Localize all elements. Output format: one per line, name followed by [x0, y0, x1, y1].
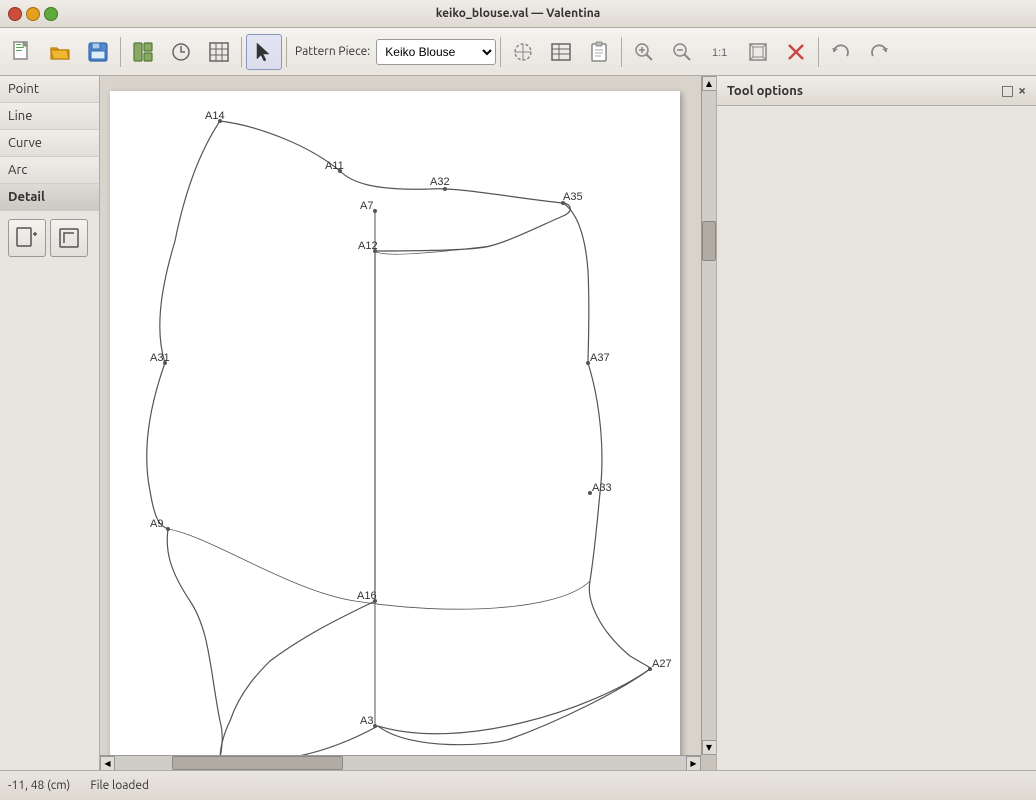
separator-3	[286, 37, 287, 67]
coordinates-display: -11, 48 (cm)	[8, 779, 70, 792]
close-button[interactable]	[8, 7, 22, 21]
titlebar: keiko_blouse.val — Valentina	[0, 0, 1036, 28]
sidebar-item-arc[interactable]: Arc	[0, 157, 99, 184]
redo-button[interactable]	[861, 34, 897, 70]
point-label-A3: A3	[360, 715, 373, 727]
scroll-left-button[interactable]: ◀	[100, 756, 115, 771]
scroll-up-button[interactable]: ▲	[702, 76, 717, 91]
statusbar: -11, 48 (cm) File loaded	[0, 770, 1036, 800]
point-label-A9: A9	[150, 518, 163, 530]
right-panel: Tool options □ ×	[716, 76, 1036, 770]
sidebar-item-line[interactable]: Line	[0, 103, 99, 130]
zoom-100-button[interactable]: 1:1	[702, 34, 738, 70]
add-detail-button[interactable]	[8, 219, 46, 257]
separator-4	[500, 37, 501, 67]
zoom-fit-button[interactable]	[740, 34, 776, 70]
maximize-button[interactable]	[44, 7, 58, 21]
sidebar-item-point[interactable]: Point	[0, 76, 99, 103]
point-label-A27: A27	[652, 658, 672, 670]
canvas-paper: A14 A11 A32 A35 A7 A12 A31	[110, 91, 680, 755]
scroll-thumb-v[interactable]	[702, 221, 716, 261]
point-label-A33: A33	[592, 482, 612, 494]
open-button[interactable]	[42, 34, 78, 70]
point-label-A7: A7	[360, 200, 373, 212]
undo-button[interactable]	[823, 34, 859, 70]
svg-text:1:1: 1:1	[712, 47, 727, 59]
window-title: keiko_blouse.val — Valentina	[436, 7, 600, 20]
scroll-down-button[interactable]: ▼	[702, 740, 717, 755]
sidebar-item-detail[interactable]: Detail	[0, 184, 99, 211]
vertical-scrollbar[interactable]: ▲ ▼	[701, 76, 716, 755]
sidebar: Point Line Curve Arc Detail	[0, 76, 100, 770]
pattern-piece-select[interactable]: Keiko Blouse	[376, 39, 496, 65]
clipboard-button[interactable]	[581, 34, 617, 70]
canvas-wrapper: A14 A11 A32 A35 A7 A12 A31	[100, 76, 716, 770]
close-panel-icon[interactable]: ×	[1018, 82, 1026, 99]
minimize-button[interactable]	[26, 7, 40, 21]
panel-header-icons: □ ×	[1001, 82, 1026, 99]
main-area: Point Line Curve Arc Detail	[0, 76, 1036, 770]
table-button[interactable]	[543, 34, 579, 70]
horizontal-scrollbar[interactable]: ◀ ▶	[100, 755, 701, 770]
select-button[interactable]	[246, 34, 282, 70]
scroll-track-v[interactable]	[702, 91, 716, 740]
tool-options-title: Tool options	[727, 84, 803, 98]
window-controls[interactable]	[8, 7, 58, 21]
point-label-A37: A37	[590, 352, 610, 364]
tool-options-content	[717, 106, 1036, 770]
canvas-area[interactable]: A14 A11 A32 A35 A7 A12 A31	[100, 76, 701, 755]
pattern-button[interactable]	[505, 34, 541, 70]
tool-options-header: Tool options □ ×	[717, 76, 1036, 106]
history-button[interactable]	[163, 34, 199, 70]
scroll-thumb-h[interactable]	[172, 756, 343, 770]
separator-6	[818, 37, 819, 67]
internal-path-button[interactable]	[50, 219, 88, 257]
zoom-out-button[interactable]	[664, 34, 700, 70]
scroll-right-button[interactable]: ▶	[686, 756, 701, 771]
file-status-display: File loaded	[90, 779, 149, 792]
grid-button[interactable]	[201, 34, 237, 70]
separator-5	[621, 37, 622, 67]
layout-button[interactable]	[125, 34, 161, 70]
new-button[interactable]	[4, 34, 40, 70]
save-button[interactable]	[80, 34, 116, 70]
sidebar-tools	[0, 211, 99, 265]
separator-2	[241, 37, 242, 67]
point-label-A32: A32	[430, 176, 450, 188]
point-label-A35: A35	[563, 191, 583, 203]
stop-button[interactable]	[778, 34, 814, 70]
main-toolbar: Pattern Piece: Keiko Blouse 1:1	[0, 28, 1036, 76]
separator-1	[120, 37, 121, 67]
zoom-in-button[interactable]	[626, 34, 662, 70]
undock-icon[interactable]: □	[1001, 82, 1014, 99]
sidebar-item-curve[interactable]: Curve	[0, 130, 99, 157]
pattern-piece-label: Pattern Piece:	[295, 45, 370, 58]
